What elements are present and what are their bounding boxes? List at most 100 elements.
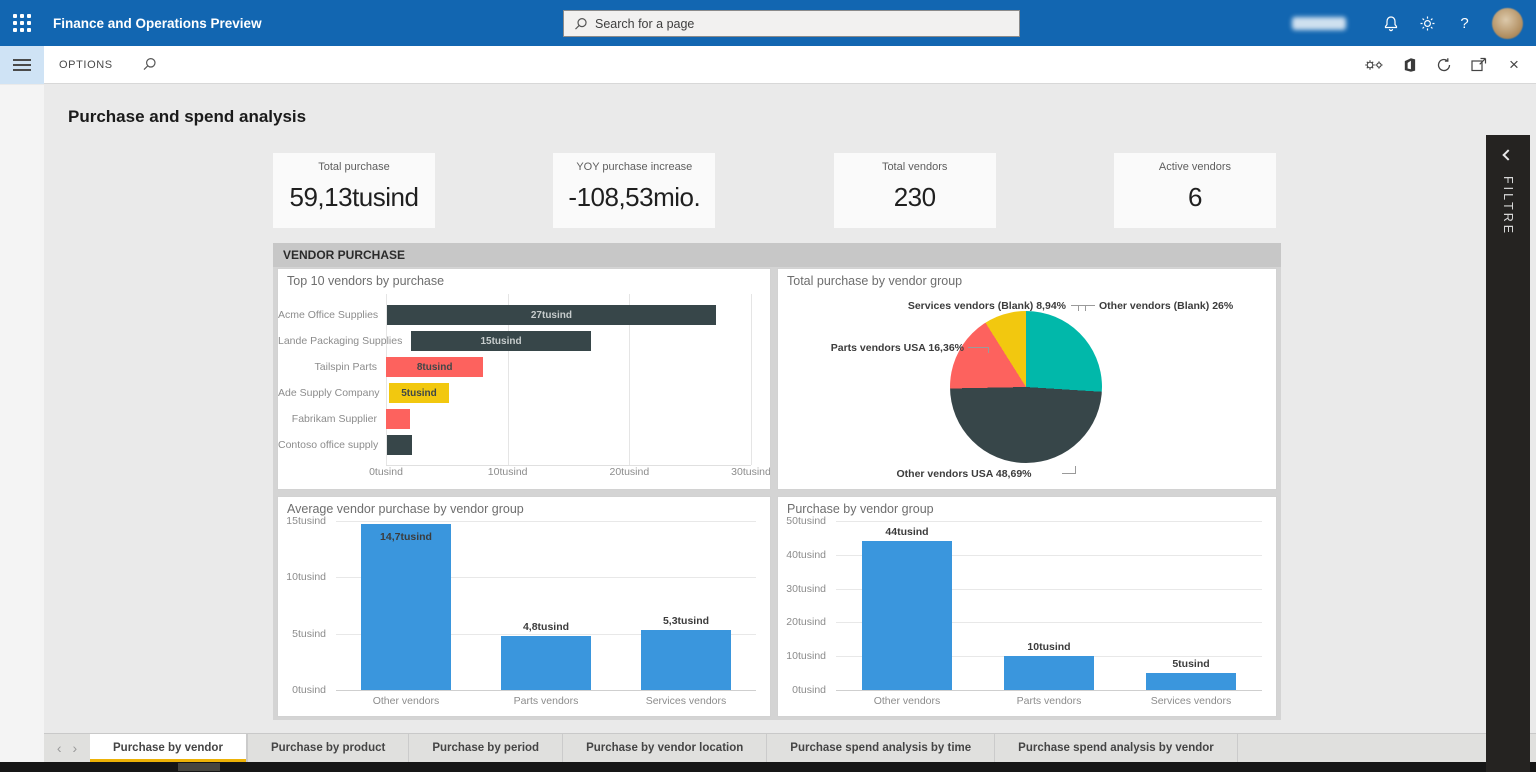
x-tick-label: 20tusind xyxy=(609,466,649,478)
column-slot: 44tusind xyxy=(836,521,978,690)
avg-cats: Other vendorsParts vendorsServices vendo… xyxy=(336,695,756,707)
tab-purchase-by-vendor-location[interactable]: Purchase by vendor location xyxy=(563,734,767,762)
column-category-label: Services vendors xyxy=(1120,695,1262,707)
h-bar[interactable]: 15tusind xyxy=(411,331,590,351)
personalize-gears-icon[interactable] xyxy=(1364,55,1384,75)
bar-category-label: Fabrikam Supplier xyxy=(278,413,386,425)
h-bar[interactable]: 27tusind xyxy=(387,305,716,325)
tab-purchase-by-vendor[interactable]: Purchase by vendor xyxy=(90,734,247,762)
scrollbar-thumb[interactable] xyxy=(178,763,220,771)
bar-value-label: 10tusind xyxy=(978,641,1120,653)
column-slot: 14,7tusind xyxy=(336,521,476,690)
pbg-cats: Other vendorsParts vendorsServices vendo… xyxy=(836,695,1262,707)
chart-title: Total purchase by vendor group xyxy=(778,269,1276,288)
app-title: Finance and Operations Preview xyxy=(53,16,262,31)
search-icon xyxy=(574,17,588,31)
y-tick-label: 50tusind xyxy=(786,515,826,527)
user-avatar[interactable] xyxy=(1492,8,1523,39)
y-tick-label: 15tusind xyxy=(286,515,326,527)
kpi-value: 6 xyxy=(1114,182,1276,213)
v-bar[interactable] xyxy=(361,524,451,690)
toolbar-search-icon[interactable] xyxy=(142,57,157,72)
notifications-bell-icon[interactable] xyxy=(1372,0,1409,46)
v-bar[interactable] xyxy=(862,541,953,690)
avg-bars: 14,7tusind4,8tusind5,3tusind xyxy=(336,521,756,690)
tab-purchase-spend-analysis-by-vendor[interactable]: Purchase spend analysis by vendor xyxy=(995,734,1238,762)
options-menu-button[interactable]: OPTIONS xyxy=(59,59,113,71)
tab-purchase-by-period[interactable]: Purchase by period xyxy=(409,734,563,762)
column-slot: 5,3tusind xyxy=(616,521,756,690)
kpi-card-active-vendors[interactable]: Active vendors 6 xyxy=(1114,153,1276,228)
refresh-icon[interactable] xyxy=(1434,55,1454,75)
office-icon[interactable] xyxy=(1399,55,1419,75)
pbg-plot: 44tusind 10tusind5tusind xyxy=(836,521,1262,690)
filter-panel-collapsed: FILTRE xyxy=(1486,135,1530,772)
action-pane: OPTIONS × xyxy=(0,46,1536,84)
tab-purchase-by-product[interactable]: Purchase by product xyxy=(247,734,409,762)
section-header: VENDOR PURCHASE xyxy=(273,243,1281,267)
close-icon[interactable]: × xyxy=(1504,55,1524,75)
app-launcher-icon[interactable] xyxy=(13,14,31,32)
chart-top10-vendors: Top 10 vendors by purchase Acme Office S… xyxy=(277,268,771,490)
h-bar[interactable] xyxy=(386,409,410,429)
tab-scroll-right-icon[interactable]: › xyxy=(73,741,78,755)
tab-scroll-arrows: ‹ › xyxy=(44,734,90,762)
page-search-box[interactable] xyxy=(563,10,1020,37)
kpi-label: YOY purchase increase xyxy=(553,161,715,173)
bar-category-label: Acme Office Supplies xyxy=(278,309,387,321)
h-bar[interactable] xyxy=(387,435,411,455)
pie-label-other-vendors-blank: Other vendors (Blank) 26% xyxy=(1099,300,1233,312)
v-bar[interactable] xyxy=(1004,656,1095,690)
bar-category-label: Ade Supply Company xyxy=(278,387,389,399)
x-tick-label: 10tusind xyxy=(488,466,528,478)
kpi-value: -108,53mio. xyxy=(553,182,715,213)
y-tick-label: 0tusind xyxy=(792,684,826,696)
bar-row: Lande Packaging Supplies15tusind xyxy=(278,328,770,354)
open-in-new-window-icon[interactable] xyxy=(1469,55,1489,75)
v-bar[interactable] xyxy=(641,630,731,690)
bar-row: Acme Office Supplies27tusind xyxy=(278,302,770,328)
top-nav-bar: Finance and Operations Preview ? xyxy=(0,0,1536,46)
h-bar[interactable]: 5tusind xyxy=(389,383,450,403)
bar-category-label: Contoso office supply xyxy=(278,439,387,451)
search-input[interactable] xyxy=(595,11,1019,36)
kpi-card-total-vendors[interactable]: Total vendors 230 xyxy=(834,153,996,228)
top10-rows: Acme Office Supplies27tusindLande Packag… xyxy=(278,302,770,458)
kpi-card-total-purchase[interactable]: Total purchase 59,13tusind xyxy=(273,153,435,228)
avg-plot: 14,7tusind4,8tusind5,3tusind xyxy=(336,521,756,690)
help-icon[interactable]: ? xyxy=(1446,0,1483,46)
h-bar[interactable]: 8tusind xyxy=(386,357,483,377)
bar-value-label: 5tusind xyxy=(1120,658,1262,670)
settings-gear-icon[interactable] xyxy=(1409,0,1446,46)
v-bar[interactable] xyxy=(501,636,591,690)
tab-purchase-spend-analysis-by-time[interactable]: Purchase spend analysis by time xyxy=(767,734,995,762)
environment-name-redacted xyxy=(1292,17,1346,30)
charts-grid: Top 10 vendors by purchase Acme Office S… xyxy=(277,268,1277,717)
y-tick-label: 0tusind xyxy=(292,684,326,696)
pie-chart[interactable] xyxy=(950,311,1102,463)
vendor-purchase-section: VENDOR PURCHASE Top 10 vendors by purcha… xyxy=(273,243,1281,720)
x-tick-label: 30tusind xyxy=(731,466,771,478)
bar-value-label: 44tusind xyxy=(836,526,978,538)
bar-row: Fabrikam Supplier xyxy=(278,406,770,432)
kpi-label: Total purchase xyxy=(273,161,435,173)
page-title: Purchase and spend analysis xyxy=(68,107,306,127)
v-bar[interactable] xyxy=(1146,673,1237,690)
tab-scroll-left-icon[interactable]: ‹ xyxy=(57,741,62,755)
chart-title: Average vendor purchase by vendor group xyxy=(278,497,770,516)
kpi-row: Total purchase 59,13tusind YOY purchase … xyxy=(273,153,1276,228)
bar-value-label: 15tusind xyxy=(480,336,521,347)
bar-value-label: 5,3tusind xyxy=(616,615,756,627)
pie-leader-line xyxy=(1078,305,1095,311)
expand-filter-chevron-icon[interactable] xyxy=(1502,149,1513,160)
y-tick-label: 30tusind xyxy=(786,583,826,595)
column-category-label: Other vendors xyxy=(836,695,978,707)
bar-row: Tailspin Parts8tusind xyxy=(278,354,770,380)
y-tick-label: 20tusind xyxy=(786,616,826,628)
horizontal-scrollbar[interactable] xyxy=(0,762,1536,772)
collapsed-nav-rail xyxy=(0,85,44,762)
column-category-label: Parts vendors xyxy=(476,695,616,707)
nav-hamburger-icon[interactable] xyxy=(0,46,44,84)
kpi-card-yoy-purchase-increase[interactable]: YOY purchase increase -108,53mio. xyxy=(553,153,715,228)
bar-value-label: 14,7tusind xyxy=(336,531,476,543)
